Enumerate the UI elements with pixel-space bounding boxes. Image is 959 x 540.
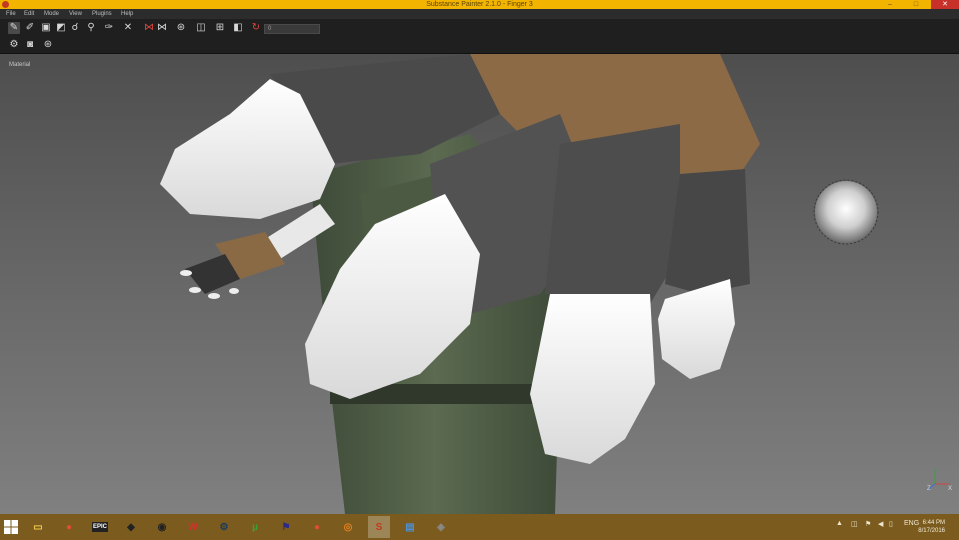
svg-text:X: X	[948, 486, 952, 492]
misc-app-icon[interactable]: ◈	[430, 516, 452, 538]
file-explorer-icon[interactable]: ▭	[27, 516, 49, 538]
photos-icon[interactable]: ▤	[399, 516, 421, 538]
epic-games-icon[interactable]: EPIC	[89, 516, 111, 538]
screenshot-icon[interactable]: ◙	[24, 39, 36, 51]
menu-file[interactable]: File	[6, 9, 16, 19]
unity-glyph: ◆	[127, 521, 135, 533]
brush-size-slider[interactable]: 0	[264, 24, 320, 34]
projection-tool-icon[interactable]: ▣	[40, 22, 52, 34]
camera-icon[interactable]: ◫	[195, 22, 207, 34]
misc-app-glyph: ◈	[437, 521, 445, 533]
start-button[interactable]	[4, 520, 18, 534]
tray-show-hidden-icon[interactable]: ▲	[836, 520, 843, 527]
gear-icon[interactable]: ⚙	[8, 39, 20, 51]
mirror-icon[interactable]: ⋈	[156, 22, 168, 34]
steam-icon[interactable]: ⚙	[213, 516, 235, 538]
menu-plugins[interactable]: Plugins	[92, 9, 112, 19]
clone-tool-icon[interactable]: ⚲	[85, 22, 97, 34]
tray-network-icon[interactable]: ◫	[851, 520, 858, 528]
blender-icon[interactable]: ◎	[337, 516, 359, 538]
layout-icon[interactable]: ◧	[232, 22, 244, 34]
redo-icon[interactable]: ↻	[250, 22, 262, 34]
utorrent-icon[interactable]: µ	[244, 516, 266, 538]
viewport-mode-label: Material	[9, 62, 31, 68]
maximize-button[interactable]: □	[903, 0, 929, 9]
slider-value: 0	[268, 26, 272, 32]
viewport-scene: Z X	[160, 54, 952, 514]
symmetry-icon[interactable]: ⋈	[143, 22, 155, 34]
tool-bar: ✎ ✐ ▣ ◩ ☌ ⚲ ✑ ✕ ⋈ ⋈ ⊛ ◫ ⊞ ◧ ↻ 0	[0, 19, 959, 37]
substance-painter-glyph: S	[375, 521, 383, 533]
svg-text:Z: Z	[927, 486, 931, 492]
menu-bar: File Edit Mode View Plugins Help	[0, 9, 959, 19]
clock-time: 6:44 PM	[922, 520, 945, 526]
blender-glyph: ◎	[343, 521, 353, 533]
wacom-icon[interactable]: W	[182, 516, 204, 538]
tray-language[interactable]: ENG	[904, 520, 919, 527]
tray-flag-icon[interactable]: ⚑	[865, 520, 871, 528]
chrome-icon[interactable]: ●	[58, 516, 80, 538]
3d-viewport[interactable]: Z X Material	[0, 54, 959, 514]
secondary-tool-bar: ⚙ ◙ ⊛	[0, 37, 959, 54]
chrome-alt-icon[interactable]: ●	[306, 516, 328, 538]
wrench-icon[interactable]: ✕	[122, 22, 134, 34]
menu-mode[interactable]: Mode	[44, 9, 59, 19]
clock-date: 8/17/2016	[918, 528, 945, 534]
utorrent-glyph: µ	[252, 521, 258, 533]
chrome-alt-glyph: ●	[313, 521, 321, 533]
file-explorer-glyph: ▭	[33, 521, 43, 533]
color-picker-icon[interactable]: ✑	[103, 22, 115, 34]
close-button[interactable]: ✕	[931, 0, 959, 9]
environment-light-sphere[interactable]	[813, 179, 879, 245]
obs-icon[interactable]: ◉	[151, 516, 173, 538]
epic-games-glyph: EPIC	[91, 522, 108, 532]
menu-view[interactable]: View	[69, 9, 82, 19]
flag-app-glyph: ⚑	[281, 521, 291, 533]
axis-gizmo: Z X	[926, 469, 952, 492]
obs-glyph: ◉	[157, 521, 167, 533]
title-bar: Substance Painter 2.1.0 - Finger 3 – □ ✕	[0, 0, 959, 9]
window-title: Substance Painter 2.1.0 - Finger 3	[426, 1, 533, 8]
photos-glyph: ▤	[405, 521, 415, 533]
menu-edit[interactable]: Edit	[24, 9, 34, 19]
substance-painter-icon[interactable]: S	[368, 516, 390, 538]
windows-taskbar: ▭ ● EPIC ◆ ◉ W ⚙ µ ⚑ ● ◎ S ▤ ◈ ▲ ◫ ⚑ ◀ ▯ ENG 6:44 PM …	[0, 514, 959, 540]
steam-glyph: ⚙	[219, 521, 229, 533]
eraser-tool-icon[interactable]: ✐	[24, 22, 36, 34]
chrome-glyph: ●	[65, 521, 73, 533]
unity-icon[interactable]: ◆	[120, 516, 142, 538]
geometry-mask-icon[interactable]: ◩	[55, 22, 67, 34]
minimize-button[interactable]: –	[877, 0, 903, 9]
lazy-mouse-icon[interactable]: ⊛	[175, 22, 187, 34]
display-settings-icon[interactable]: ⊛	[42, 39, 54, 51]
alignment-icon[interactable]: ⊞	[214, 22, 226, 34]
tray-battery-icon[interactable]: ▯	[889, 520, 893, 528]
menu-help[interactable]: Help	[121, 9, 133, 19]
tray-volume-icon[interactable]: ◀	[878, 520, 883, 528]
smudge-tool-icon[interactable]: ☌	[69, 22, 81, 34]
flag-app-icon[interactable]: ⚑	[275, 516, 297, 538]
paint-tool-icon[interactable]: ✎	[8, 22, 20, 34]
taskbar-clock[interactable]: 6:44 PM 8/17/2016	[918, 519, 945, 535]
wacom-glyph: W	[188, 521, 198, 533]
